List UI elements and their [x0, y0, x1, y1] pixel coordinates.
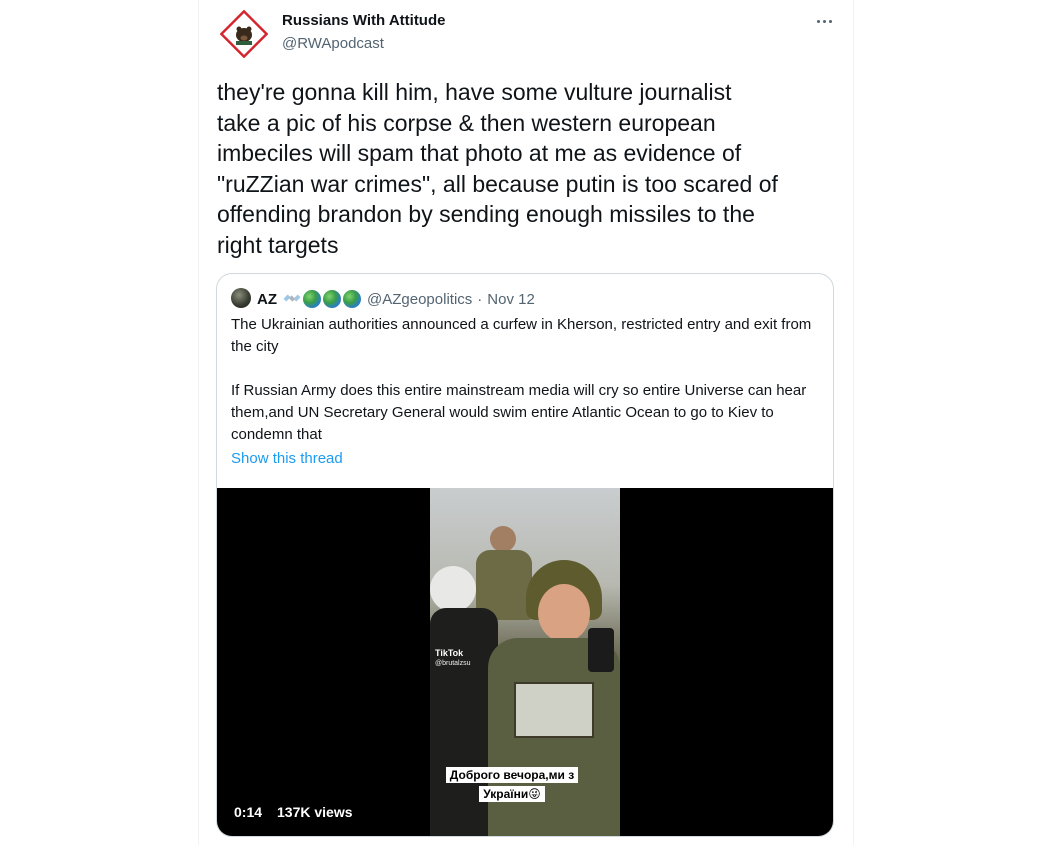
tiktok-watermark: TikTok	[435, 648, 464, 658]
globe-icon	[343, 290, 361, 308]
author-handle[interactable]: @RWApodcast	[282, 35, 384, 52]
more-options-icon[interactable]	[810, 10, 838, 32]
blindfolded-head	[430, 566, 476, 612]
quote-header: AZ @AZgeopolitics · Nov 12	[257, 290, 535, 308]
video-subtitle: Доброго вечора,ми з України😜	[443, 766, 581, 804]
quote-paragraph: The Ukrainian authorities announced a cu…	[231, 316, 812, 355]
author-avatar[interactable]	[219, 9, 269, 59]
radio	[588, 628, 614, 672]
author-name[interactable]: Russians With Attitude	[282, 12, 445, 29]
quote-date[interactable]: Nov 12	[487, 291, 535, 308]
show-thread-link[interactable]: Show this thread	[231, 450, 343, 467]
video-duration: 0:14	[234, 804, 263, 820]
quote-author-handle[interactable]: @AZgeopolitics	[367, 291, 472, 308]
quote-paragraph: If Russian Army does this entire mainstr…	[231, 382, 807, 443]
tiktok-username: @brutalzsu	[435, 660, 471, 667]
quote-author-name[interactable]: AZ	[257, 291, 277, 308]
soldier-head	[490, 526, 516, 552]
globe-icon	[323, 290, 341, 308]
video-frame[interactable]: TikTok @brutalzsu Доброго вечора,ми з Ук…	[430, 488, 620, 836]
quoted-tweet[interactable]: AZ @AZgeopolitics · Nov 12 The Ukrainian…	[216, 273, 834, 837]
subtitle-line: Доброго вечора,ми з	[445, 767, 579, 783]
globe-icon	[303, 290, 321, 308]
bear-logo-icon	[219, 9, 269, 59]
subtitle-line: України😜	[479, 786, 545, 802]
video-player[interactable]: TikTok @brutalzsu Доброго вечора,ми з Ук…	[217, 488, 833, 836]
quote-body: The Ukrainian authorities announced a cu…	[231, 314, 821, 468]
satellite-icon	[283, 290, 301, 308]
document	[514, 682, 594, 738]
tweet-text: they're gonna kill him, have some vultur…	[217, 79, 778, 258]
separator-dot: ·	[477, 290, 483, 308]
video-views: 137K views	[277, 804, 353, 820]
name-emoji-group	[283, 290, 361, 308]
quote-author-avatar[interactable]	[231, 288, 251, 308]
soldier-face	[538, 584, 590, 642]
